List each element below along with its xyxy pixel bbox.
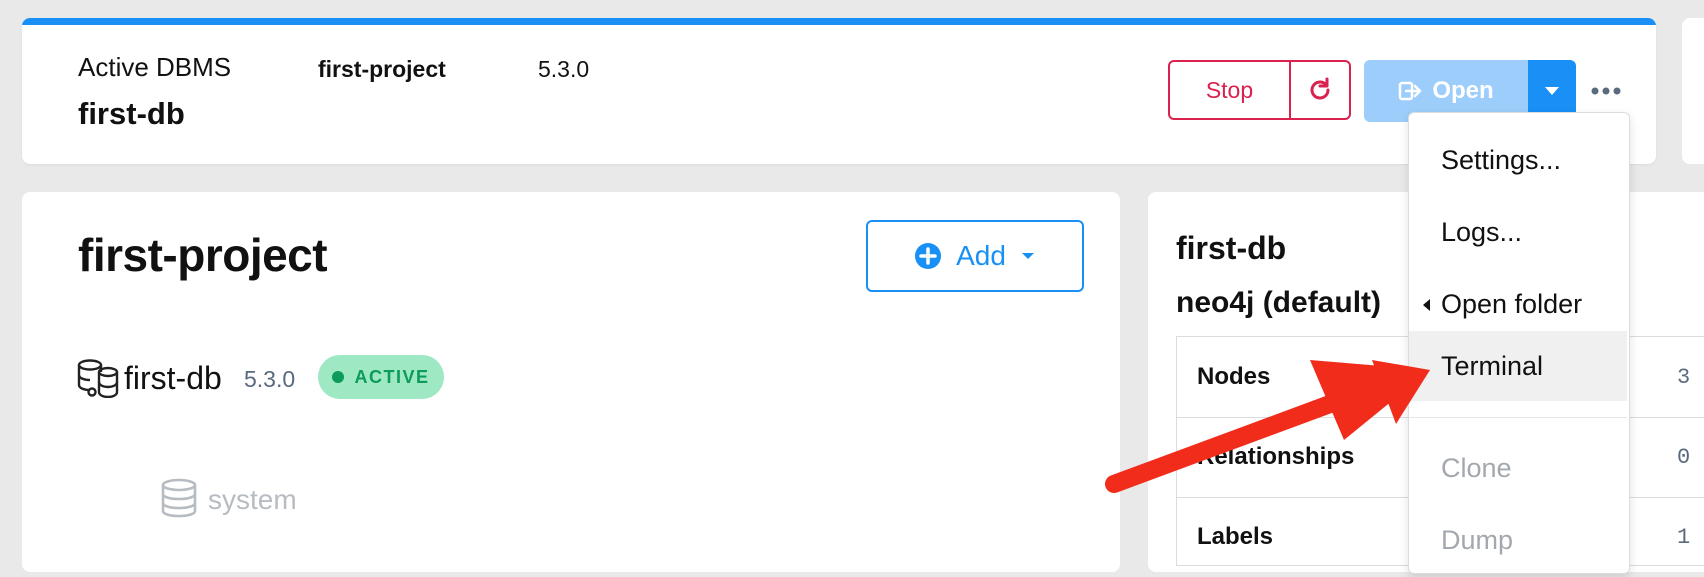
menu-item-label: Clone	[1441, 453, 1512, 483]
menu-item-label: Settings...	[1441, 145, 1562, 175]
active-db-version: 5.3.0	[538, 56, 590, 82]
menu-item-label: Terminal	[1441, 351, 1544, 381]
db-details-title: first-db	[1176, 230, 1287, 266]
next-card-edge	[1682, 18, 1704, 164]
caret-down-icon	[1021, 253, 1034, 259]
menu-item-open-folder[interactable]: Open folder	[1409, 269, 1627, 339]
menu-item-label: Logs...	[1441, 217, 1523, 247]
stats-value: 1	[1677, 525, 1691, 550]
menu-item-logs[interactable]: Logs...	[1409, 197, 1627, 267]
stats-value: 0	[1677, 445, 1691, 470]
stats-label: Relationships	[1197, 443, 1355, 470]
status-badge: ACTIVE	[318, 355, 444, 399]
restart-icon	[1310, 77, 1330, 100]
db-details-database: neo4j (default)	[1176, 286, 1382, 319]
status-dot-icon	[332, 371, 345, 383]
dbms-version: 5.3.0	[244, 366, 296, 392]
more-options-button[interactable]	[1590, 76, 1622, 106]
menu-item-terminal[interactable]: Terminal	[1409, 331, 1627, 401]
active-project-name: first-project	[318, 56, 446, 82]
dbms-options-menu: Settings... Logs... Open folder Terminal…	[1408, 112, 1630, 574]
active-dbms-label: Active DBMS	[78, 52, 232, 82]
open-app-icon	[1399, 81, 1422, 101]
open-label: Open	[1432, 77, 1494, 104]
stats-value: 3	[1677, 365, 1691, 390]
stop-button[interactable]: Stop	[1170, 62, 1291, 118]
more-horizontal-icon	[1591, 87, 1621, 95]
restart-button[interactable]	[1291, 62, 1349, 118]
add-label: Add	[956, 240, 1006, 271]
stop-restart-group: Stop	[1168, 60, 1351, 120]
menu-item-label: Dump	[1441, 525, 1514, 555]
accent-stripe	[22, 18, 1656, 25]
caret-down-icon	[1545, 87, 1559, 95]
database-item-system[interactable]: system	[208, 484, 297, 516]
stats-label: Nodes	[1197, 363, 1271, 390]
menu-divider	[1409, 417, 1627, 418]
menu-item-clone[interactable]: Clone	[1409, 433, 1627, 503]
project-title: first-project	[78, 229, 328, 281]
dbms-stack-icon	[77, 359, 119, 398]
caret-left-icon	[1423, 299, 1430, 311]
menu-item-label: Open folder	[1441, 289, 1583, 319]
menu-item-dump[interactable]: Dump	[1409, 505, 1627, 575]
add-button[interactable]: Add	[866, 220, 1084, 292]
dbms-name[interactable]: first-db	[124, 360, 222, 397]
status-text: ACTIVE	[354, 366, 430, 387]
plus-circle-icon	[915, 243, 942, 269]
active-db-name: first-db	[78, 96, 185, 131]
database-icon	[161, 478, 197, 518]
stats-label: Labels	[1197, 523, 1274, 550]
menu-item-settings[interactable]: Settings...	[1409, 125, 1627, 195]
